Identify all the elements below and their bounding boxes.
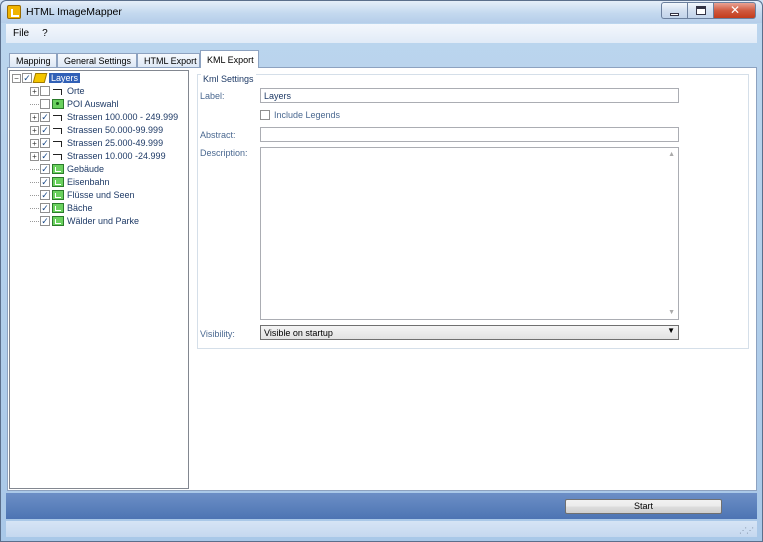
label-input[interactable]: Layers bbox=[260, 88, 679, 103]
line-icon bbox=[52, 86, 64, 96]
tree-item[interactable]: + ✓ Strassen 10.000 -24.999 bbox=[30, 150, 166, 162]
expand-icon[interactable]: + bbox=[30, 86, 39, 96]
tree-item-label[interactable]: POI Auswahl bbox=[67, 99, 119, 109]
tab-html-export[interactable]: HTML Export bbox=[137, 53, 200, 67]
chevron-down-icon: ▼ bbox=[667, 326, 675, 335]
layer-checkbox[interactable]: ✓ bbox=[40, 177, 50, 187]
layer-checkbox[interactable]: ✓ bbox=[40, 203, 50, 213]
app-window: HTML ImageMapper ✕ File ? Mapping Genera… bbox=[0, 0, 763, 542]
menu-bar: File ? bbox=[6, 24, 757, 43]
polygon-icon bbox=[52, 164, 64, 174]
include-legends-checkbox[interactable] bbox=[260, 110, 270, 120]
scroll-down-icon[interactable]: ▼ bbox=[668, 309, 675, 316]
close-button[interactable]: ✕ bbox=[713, 2, 756, 19]
abstract-input[interactable] bbox=[260, 127, 679, 142]
window-controls: ✕ bbox=[661, 2, 756, 19]
tab-mapping[interactable]: Mapping bbox=[9, 53, 57, 67]
tree-connector bbox=[30, 181, 39, 183]
tree-root[interactable]: − ✓ Layers bbox=[12, 72, 81, 84]
point-icon bbox=[52, 99, 64, 109]
polygon-icon bbox=[52, 203, 64, 213]
tree-item[interactable]: POI Auswahl bbox=[30, 98, 119, 110]
tree-connector bbox=[30, 103, 39, 105]
tree-connector bbox=[30, 220, 39, 222]
layer-checkbox[interactable]: ✓ bbox=[22, 73, 32, 83]
tree-connector bbox=[30, 194, 39, 196]
line-icon bbox=[52, 112, 64, 122]
line-icon bbox=[52, 151, 64, 161]
layer-checkbox[interactable]: ✓ bbox=[40, 216, 50, 226]
polygon-icon bbox=[52, 216, 64, 226]
layer-tree[interactable]: − ✓ Layers + Orte POI Auswahl + ✓ Strass… bbox=[9, 70, 189, 489]
layer-checkbox[interactable]: ✓ bbox=[40, 125, 50, 135]
layer-checkbox[interactable] bbox=[40, 99, 50, 109]
expand-icon[interactable]: + bbox=[30, 138, 39, 148]
abstract-field-label: Abstract: bbox=[200, 130, 236, 140]
resize-grip-icon[interactable]: ⋰⋰ bbox=[739, 526, 754, 535]
tree-item-label[interactable]: Strassen 25.000-49.999 bbox=[67, 138, 163, 148]
tree-item[interactable]: ✓ Wälder und Parke bbox=[30, 215, 139, 227]
tree-item[interactable]: + ✓ Strassen 100.000 - 249.999 bbox=[30, 111, 178, 123]
tree-item[interactable]: ✓ Flüsse und Seen bbox=[30, 189, 135, 201]
visibility-select[interactable]: Visible on startup ▼ bbox=[260, 325, 679, 340]
app-icon bbox=[7, 5, 21, 19]
tree-item-label[interactable]: Strassen 10.000 -24.999 bbox=[67, 151, 166, 161]
tree-item[interactable]: ✓ Gebäude bbox=[30, 163, 104, 175]
tab-kml-export[interactable]: KML Export bbox=[200, 50, 259, 68]
window-title: HTML ImageMapper bbox=[26, 6, 122, 18]
tree-item-label[interactable]: Orte bbox=[67, 86, 85, 96]
include-legends-label[interactable]: Include Legends bbox=[274, 110, 340, 120]
tree-item[interactable]: ✓ Bäche bbox=[30, 202, 93, 214]
visibility-value: Visible on startup bbox=[264, 328, 333, 338]
visibility-field-label: Visibility: bbox=[200, 329, 235, 339]
tree-connector bbox=[30, 168, 39, 170]
layer-checkbox[interactable]: ✓ bbox=[40, 112, 50, 122]
expand-icon[interactable]: + bbox=[30, 112, 39, 122]
tree-connector bbox=[30, 207, 39, 209]
polygon-icon bbox=[52, 177, 64, 187]
tree-item-label[interactable]: Strassen 100.000 - 249.999 bbox=[67, 112, 178, 122]
layer-checkbox[interactable]: ✓ bbox=[40, 138, 50, 148]
tree-item-label[interactable]: Strassen 50.000-99.999 bbox=[67, 125, 163, 135]
collapse-icon[interactable]: − bbox=[12, 73, 21, 83]
label-field-label: Label: bbox=[200, 91, 225, 101]
kml-settings-title: Kml Settings bbox=[201, 74, 256, 84]
expand-icon[interactable]: + bbox=[30, 125, 39, 135]
include-legends-row[interactable]: Include Legends bbox=[260, 110, 340, 120]
layer-checkbox[interactable] bbox=[40, 86, 50, 96]
polygon-icon bbox=[52, 190, 64, 200]
title-bar[interactable]: HTML ImageMapper ✕ bbox=[1, 1, 762, 23]
tab-general-settings[interactable]: General Settings bbox=[57, 53, 137, 67]
tree-root-label[interactable]: Layers bbox=[49, 73, 81, 83]
start-button[interactable]: Start bbox=[565, 499, 722, 514]
tree-item[interactable]: + ✓ Strassen 50.000-99.999 bbox=[30, 124, 163, 136]
tree-item-label[interactable]: Flüsse und Seen bbox=[67, 190, 135, 200]
maximize-icon bbox=[696, 6, 706, 15]
tree-item-label[interactable]: Bäche bbox=[67, 203, 93, 213]
maximize-button[interactable] bbox=[687, 2, 713, 19]
menu-file[interactable]: File bbox=[7, 28, 35, 39]
scroll-up-icon[interactable]: ▲ bbox=[668, 151, 675, 158]
layer-checkbox[interactable]: ✓ bbox=[40, 190, 50, 200]
description-field-label: Description: bbox=[200, 148, 248, 158]
line-icon bbox=[52, 125, 64, 135]
layers-icon bbox=[32, 73, 48, 83]
tree-item-label[interactable]: Eisenbahn bbox=[67, 177, 110, 187]
tree-item-label[interactable]: Wälder und Parke bbox=[67, 216, 139, 226]
menu-help[interactable]: ? bbox=[36, 28, 54, 39]
tree-item-label[interactable]: Gebäude bbox=[67, 164, 104, 174]
minimize-button[interactable] bbox=[661, 2, 687, 19]
tree-item[interactable]: + Orte bbox=[30, 85, 85, 97]
close-icon: ✕ bbox=[730, 3, 741, 17]
minimize-icon bbox=[670, 13, 679, 16]
line-icon bbox=[52, 138, 64, 148]
layer-checkbox[interactable]: ✓ bbox=[40, 151, 50, 161]
description-textarea[interactable]: ▲ ▼ bbox=[260, 147, 679, 320]
tree-item[interactable]: ✓ Eisenbahn bbox=[30, 176, 110, 188]
layer-checkbox[interactable]: ✓ bbox=[40, 164, 50, 174]
expand-icon[interactable]: + bbox=[30, 151, 39, 161]
tree-item[interactable]: + ✓ Strassen 25.000-49.999 bbox=[30, 137, 163, 149]
status-bar: ⋰⋰ bbox=[6, 521, 757, 537]
